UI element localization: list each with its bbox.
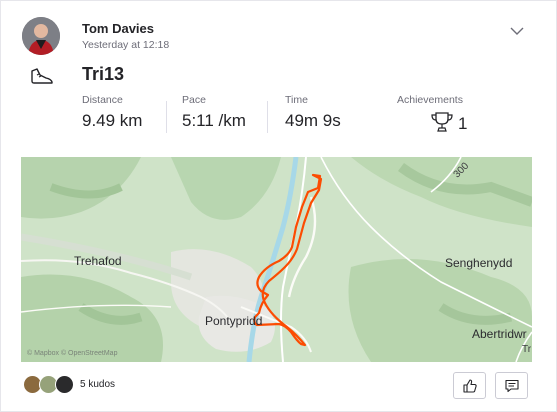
map-label-abertridwr: Abertridwr	[472, 327, 527, 341]
stat-label: Distance	[82, 94, 123, 106]
activity-card: Tom Davies Yesterday at 12:18 Tri13 Dist…	[0, 0, 557, 412]
route-map[interactable]: Trehafod Pontypridd Senghenydd Abertridw…	[21, 157, 532, 362]
athlete-name[interactable]: Tom Davies	[82, 21, 154, 36]
achievement-count: 1	[458, 114, 468, 133]
trophy-icon	[430, 111, 454, 133]
stat-label: Time	[285, 94, 308, 106]
running-shoe-icon	[29, 65, 55, 87]
activity-title[interactable]: Tri13	[82, 64, 124, 85]
stat-label: Pace	[182, 94, 206, 106]
stat-value: 5:11 /km	[182, 111, 246, 130]
stat-pace: Pace 5:11 /km	[182, 94, 246, 131]
map-label-edge: Tr	[522, 344, 532, 355]
stat-value: 49m 9s	[285, 111, 341, 130]
stat-divider	[267, 101, 268, 133]
chevron-down-icon[interactable]	[507, 23, 527, 39]
give-kudos-button[interactable]	[453, 372, 486, 399]
stat-value: 9.49 km	[82, 111, 143, 130]
activity-timestamp: Yesterday at 12:18	[82, 39, 170, 51]
map-copyright: © Mapbox © OpenStreetMap	[27, 350, 118, 357]
stat-label: Achievements	[397, 94, 463, 106]
map-label-trehafod: Trehafod	[74, 254, 122, 268]
stat-divider	[166, 101, 167, 133]
kudos-avatars[interactable]	[23, 375, 77, 395]
kudos-count[interactable]: 5 kudos	[80, 379, 115, 390]
map-label-senghenydd: Senghenydd	[445, 256, 513, 270]
stat-time: Time 49m 9s	[285, 94, 341, 131]
thumbs-up-icon	[463, 379, 477, 393]
map-label-pontypridd: Pontypridd	[205, 314, 263, 328]
stat-distance: Distance 9.49 km	[82, 94, 142, 131]
comment-button[interactable]	[495, 372, 528, 399]
avatar[interactable]	[55, 375, 74, 394]
stat-achievements: Achievements 1	[397, 94, 477, 133]
avatar[interactable]	[22, 17, 60, 55]
comment-icon	[505, 379, 519, 393]
